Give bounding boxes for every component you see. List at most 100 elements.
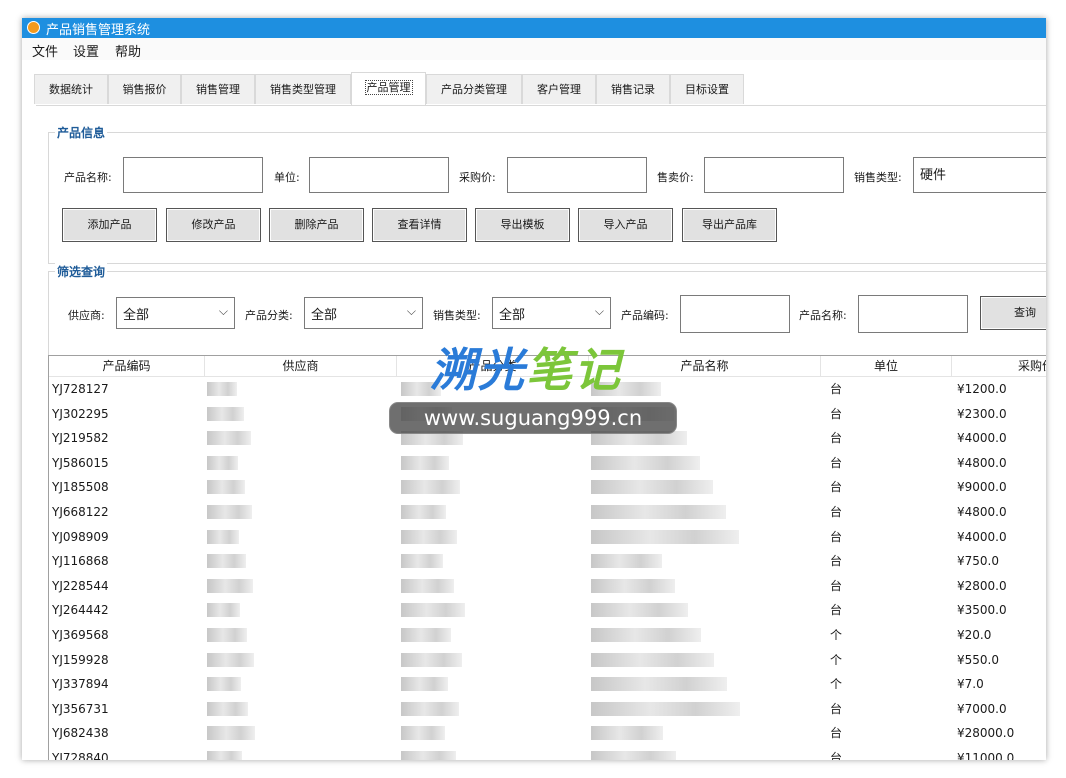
- tab-category-manage[interactable]: 产品分类管理: [426, 74, 522, 104]
- cell-product-code: YJ728840: [52, 751, 109, 760]
- category-select[interactable]: 全部 ⌵: [304, 297, 423, 329]
- column-header-code[interactable]: 产品编码: [49, 356, 205, 376]
- column-header-supplier[interactable]: 供应商: [205, 356, 397, 376]
- filter-product-name-field[interactable]: [858, 295, 968, 333]
- redacted-supplier: [207, 652, 254, 667]
- filter-product-name-label: 产品名称:: [799, 309, 847, 322]
- filter-sale-type-label: 销售类型:: [433, 309, 481, 322]
- tab-sales-type-manage[interactable]: 销售类型管理: [255, 74, 351, 104]
- redacted-category: [401, 701, 459, 716]
- import-product-button[interactable]: 导入产品: [578, 208, 673, 242]
- table-row[interactable]: YJ369568 个 ¥20.0: [49, 623, 1046, 648]
- redacted-category: [401, 505, 446, 519]
- watermark-url: www.suguang999.cn: [389, 402, 677, 434]
- add-product-button[interactable]: 添加产品: [62, 208, 157, 242]
- redacted-supplier: [207, 603, 240, 618]
- table-row[interactable]: YJ728840 台 ¥11000.0: [49, 746, 1046, 760]
- query-button[interactable]: 查询: [980, 296, 1046, 330]
- table-row[interactable]: YJ586015 台 ¥4800.0: [49, 451, 1046, 476]
- view-details-button[interactable]: 查看详情: [372, 208, 467, 242]
- tab-sales-records[interactable]: 销售记录: [596, 74, 670, 104]
- tab-data-stats[interactable]: 数据统计: [34, 74, 108, 104]
- redacted-supplier: [207, 628, 247, 642]
- cell-purchase-price: ¥3500.0: [957, 603, 1007, 618]
- product-name-field[interactable]: [123, 157, 263, 193]
- cell-unit: 个: [830, 677, 843, 692]
- export-template-button[interactable]: 导出模板: [475, 208, 570, 242]
- table-row[interactable]: YJ159928 个 ¥550.0: [49, 648, 1046, 673]
- cell-product-code: YJ185508: [52, 480, 109, 495]
- redacted-product-name: [591, 480, 713, 495]
- cell-product-code: YJ302295: [52, 406, 109, 421]
- supplier-select-value: 全部: [123, 308, 150, 323]
- table-row[interactable]: YJ228544 台 ¥2800.0: [49, 574, 1046, 599]
- sale-type-field[interactable]: 硬件: [913, 157, 1046, 193]
- cell-unit: 台: [830, 701, 843, 716]
- column-header-purchase-price[interactable]: 采购价: [952, 356, 1046, 376]
- cell-unit: 个: [830, 652, 843, 667]
- menu-settings[interactable]: 设置: [73, 41, 99, 60]
- sale-price-field[interactable]: [704, 157, 844, 193]
- cell-product-code: YJ219582: [52, 431, 109, 446]
- export-product-library-button[interactable]: 导出产品库: [682, 208, 777, 242]
- cell-unit: 台: [830, 603, 843, 618]
- tab-label: 数据统计: [49, 83, 93, 96]
- purchase-price-field[interactable]: [507, 157, 647, 193]
- redacted-category: [401, 652, 462, 667]
- redacted-category: [401, 751, 456, 760]
- table-row[interactable]: YJ356731 台 ¥7000.0: [49, 697, 1046, 722]
- cell-product-code: YJ369568: [52, 628, 109, 642]
- delete-product-button[interactable]: 删除产品: [269, 208, 364, 242]
- cell-unit: 台: [830, 505, 843, 519]
- table-row[interactable]: YJ116868 台 ¥750.0: [49, 549, 1046, 574]
- cell-product-code: YJ098909: [52, 529, 109, 544]
- cell-product-code: YJ728127: [52, 382, 109, 396]
- product-name-label: 产品名称:: [64, 171, 112, 184]
- edit-product-button[interactable]: 修改产品: [166, 208, 261, 242]
- cell-product-code: YJ264442: [52, 603, 109, 618]
- menu-help[interactable]: 帮助: [115, 41, 141, 60]
- table-row[interactable]: YJ098909 台 ¥4000.0: [49, 525, 1046, 550]
- column-header-product-name[interactable]: 产品名称: [589, 356, 821, 376]
- chevron-down-icon: ⌵: [594, 304, 604, 318]
- cell-unit: 台: [830, 406, 843, 421]
- cell-unit: 个: [830, 628, 843, 642]
- unit-field[interactable]: [309, 157, 449, 193]
- tab-sales-quote[interactable]: 销售报价: [108, 74, 181, 104]
- product-code-field[interactable]: [680, 295, 790, 333]
- tab-customer-manage[interactable]: 客户管理: [522, 74, 596, 104]
- redacted-category: [401, 554, 443, 569]
- table-row[interactable]: YJ668122 台 ¥4800.0: [49, 500, 1046, 525]
- table-row[interactable]: YJ682438 台 ¥28000.0: [49, 721, 1046, 746]
- watermark-logo-part2: 笔记: [526, 343, 622, 397]
- table-row[interactable]: YJ185508 台 ¥9000.0: [49, 475, 1046, 500]
- redacted-category: [401, 455, 449, 470]
- cell-unit: 台: [830, 751, 843, 760]
- table-row[interactable]: YJ337894 个 ¥7.0: [49, 672, 1046, 697]
- cell-unit: 台: [830, 455, 843, 470]
- cell-product-code: YJ337894: [52, 677, 109, 692]
- tab-label: 产品分类管理: [441, 83, 507, 96]
- cell-product-code: YJ356731: [52, 701, 109, 716]
- redacted-supplier: [207, 726, 255, 741]
- cell-product-code: YJ116868: [52, 554, 109, 569]
- redacted-supplier: [207, 505, 252, 519]
- column-header-unit[interactable]: 单位: [821, 356, 952, 376]
- tab-target-settings[interactable]: 目标设置: [670, 74, 744, 104]
- menu-bar: 文件 设置 帮助: [22, 38, 1046, 60]
- redacted-product-name: [591, 578, 675, 593]
- tab-label: 销售记录: [611, 83, 655, 96]
- supplier-select[interactable]: 全部 ⌵: [116, 297, 235, 329]
- sale-type-select-value: 全部: [499, 308, 526, 323]
- title-bar: 产品销售管理系统: [22, 18, 1046, 38]
- table-row[interactable]: YJ264442 台 ¥3500.0: [49, 598, 1046, 623]
- menu-file[interactable]: 文件: [32, 41, 58, 60]
- sale-type-select[interactable]: 全部 ⌵: [492, 297, 611, 329]
- tab-sales-manage[interactable]: 销售管理: [181, 74, 255, 104]
- redacted-supplier: [207, 382, 237, 396]
- cell-unit: 台: [830, 554, 843, 569]
- purchase-price-label: 采购价:: [459, 171, 496, 184]
- cell-product-code: YJ228544: [52, 578, 109, 593]
- tab-product-manage[interactable]: 产品管理: [351, 72, 426, 105]
- cell-purchase-price: ¥9000.0: [957, 480, 1007, 495]
